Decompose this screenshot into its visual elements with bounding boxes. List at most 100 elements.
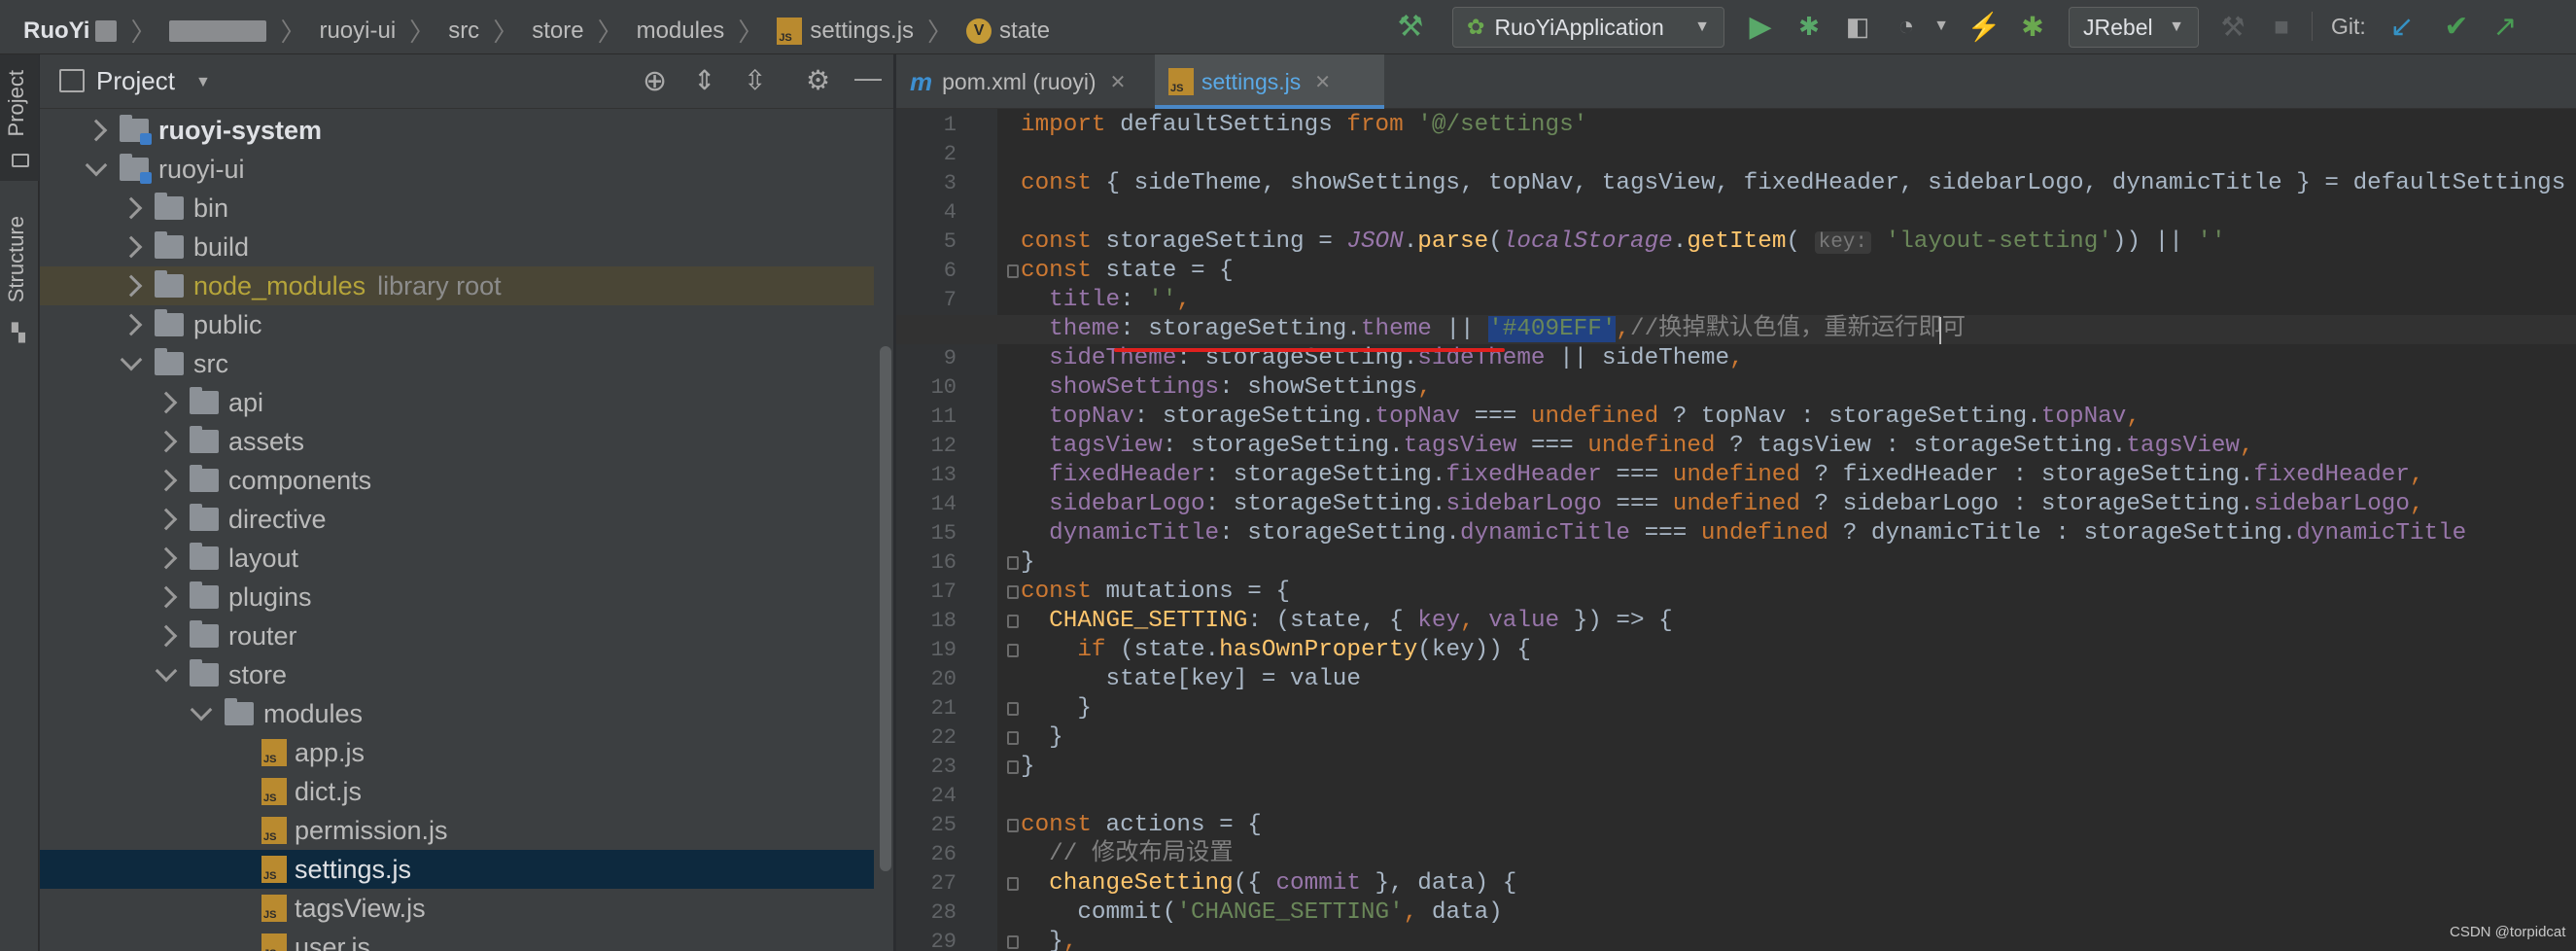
breadcrumb-file[interactable]: settings.js xyxy=(810,18,914,45)
fold-marker-icon[interactable] xyxy=(1007,556,1019,570)
breadcrumb-item[interactable]: store xyxy=(532,18,583,45)
profiler-icon[interactable]: ◔ xyxy=(1890,10,1923,43)
close-icon[interactable]: ✕ xyxy=(1314,70,1331,94)
tree-item[interactable]: directive xyxy=(40,500,874,539)
chevron-down-icon[interactable] xyxy=(190,698,213,722)
git-commit-icon[interactable]: ✔ xyxy=(2440,10,2473,43)
chevron-right-icon[interactable] xyxy=(155,508,178,531)
code-token: )) || xyxy=(2111,229,2198,255)
tree-item[interactable]: user.js xyxy=(40,928,874,951)
collapse-all-icon[interactable]: ⇳ xyxy=(744,64,766,96)
breadcrumb-item[interactable]: modules xyxy=(637,18,725,45)
tree-item[interactable]: assets xyxy=(40,422,874,461)
tree-scrollbar[interactable] xyxy=(880,346,891,871)
tree-item[interactable]: components xyxy=(40,461,874,500)
code-token: }, data) { xyxy=(1360,870,1517,897)
tree-item[interactable]: ruoyi-system xyxy=(40,111,874,150)
tree-item[interactable]: ruoyi-ui xyxy=(40,150,874,189)
code-line: title: '', xyxy=(1021,286,1191,315)
gear-icon[interactable]: ⚙ xyxy=(806,64,830,96)
fold-marker-icon[interactable] xyxy=(1007,264,1019,278)
jrebel-debug-icon[interactable]: ✱ xyxy=(2016,10,2049,43)
tree-item[interactable]: layout xyxy=(40,539,874,578)
code-token: sidebarLogo xyxy=(1049,491,1205,517)
chevron-right-icon[interactable] xyxy=(155,546,178,570)
fold-marker-icon[interactable] xyxy=(1007,731,1019,745)
chevron-down-icon[interactable] xyxy=(120,348,143,371)
code-line: commit('CHANGE_SETTING', data) xyxy=(1021,898,1502,928)
chevron-down-icon[interactable] xyxy=(155,659,178,683)
js-file-icon xyxy=(261,739,287,766)
code-token: === xyxy=(1601,462,1673,488)
chevron-right-icon[interactable] xyxy=(120,196,143,220)
code-token: }) => { xyxy=(1559,608,1673,634)
tab-settings-js[interactable]: settings.js ✕ xyxy=(1155,54,1384,109)
fold-marker-icon[interactable] xyxy=(1007,702,1019,716)
chevron-right-icon[interactable] xyxy=(85,119,108,142)
debug-icon[interactable]: ✱ xyxy=(1793,10,1826,43)
chevron-right-icon[interactable] xyxy=(120,274,143,298)
tree-item[interactable]: build xyxy=(40,228,874,266)
hammer-build-icon[interactable]: ⚒ xyxy=(1394,10,1427,43)
chevron-right-icon[interactable] xyxy=(155,585,178,609)
chevron-right-icon[interactable] xyxy=(120,235,143,259)
tree-item[interactable]: permission.js xyxy=(40,811,874,850)
close-icon[interactable]: ✕ xyxy=(1110,70,1127,94)
tree-item[interactable]: src xyxy=(40,344,874,383)
fold-marker-icon[interactable] xyxy=(1007,819,1019,832)
fold-marker-icon[interactable] xyxy=(1007,615,1019,628)
code-token: CHANGE_SETTING xyxy=(1049,608,1248,634)
tree-item[interactable]: store xyxy=(40,655,874,694)
git-push-icon[interactable]: ↗ xyxy=(2489,10,2522,43)
code-token: === xyxy=(1460,404,1531,430)
chevron-right-icon[interactable] xyxy=(155,391,178,414)
jrebel-select[interactable]: JRebel ▼ xyxy=(2069,7,2199,48)
git-update-icon[interactable]: ↙ xyxy=(2385,10,2419,43)
tree-item[interactable]: dict.js xyxy=(40,772,874,811)
chevron-right-icon[interactable] xyxy=(120,313,143,336)
tree-item[interactable]: api xyxy=(40,383,874,422)
chevron-down-icon[interactable]: ▼ xyxy=(1925,10,1958,43)
project-tool-tab[interactable]: Project xyxy=(4,70,29,136)
coverage-icon[interactable]: ◧ xyxy=(1841,10,1874,43)
jrebel-run-icon[interactable]: ⚡ xyxy=(1967,10,2002,43)
tree-item[interactable]: bin xyxy=(40,189,874,228)
tree-item-label: src xyxy=(193,348,228,378)
fold-marker-icon[interactable] xyxy=(1007,935,1019,949)
chevron-right-icon[interactable] xyxy=(155,469,178,492)
tree-item[interactable]: router xyxy=(40,616,874,655)
tree-item[interactable]: modules xyxy=(40,694,874,733)
breadcrumb-symbol[interactable]: state xyxy=(999,18,1050,45)
code-token: : storageSetting. xyxy=(1219,520,1461,546)
chevron-down-icon[interactable]: ▼ xyxy=(195,74,211,91)
run-icon[interactable]: ▶ xyxy=(1744,10,1777,43)
tree-item[interactable]: node_modules library root xyxy=(40,266,874,305)
expand-all-icon[interactable]: ⇕ xyxy=(693,64,715,96)
code-token: defaultSettings xyxy=(1120,112,1347,138)
fold-marker-icon[interactable] xyxy=(1007,877,1019,891)
tree-item[interactable]: settings.js xyxy=(40,850,874,889)
run-config-select[interactable]: ✿ RuoYiApplication ▼ xyxy=(1452,7,1724,48)
fold-marker-icon[interactable] xyxy=(1007,644,1019,657)
fold-marker-icon[interactable] xyxy=(1007,760,1019,774)
chevron-right-icon[interactable] xyxy=(155,624,178,648)
structure-tool-tab[interactable]: Structure xyxy=(4,216,29,302)
breadcrumb-project[interactable]: RuoYi xyxy=(23,18,89,45)
tree-item[interactable]: tagsView.js xyxy=(40,889,874,928)
tree-item[interactable]: plugins xyxy=(40,578,874,616)
breadcrumb-item[interactable]: ruoyi-ui xyxy=(319,18,396,45)
minimize-icon[interactable]: — xyxy=(854,62,882,93)
fold-marker-icon[interactable] xyxy=(1007,585,1019,599)
chevron-down-icon: ▼ xyxy=(2169,18,2184,35)
breadcrumb-item[interactable]: src xyxy=(448,18,479,45)
locate-icon[interactable]: ⊕ xyxy=(643,64,667,98)
tree-item[interactable]: public xyxy=(40,305,874,344)
chevron-right-icon[interactable] xyxy=(155,430,178,453)
tree-item[interactable]: app.js xyxy=(40,733,874,772)
maven-icon: m xyxy=(910,66,933,96)
tab-pom-xml[interactable]: m pom.xml (ruoyi) ✕ xyxy=(896,54,1153,109)
chevron-down-icon[interactable] xyxy=(85,154,108,177)
code-token: ? topNav : storageSetting. xyxy=(1658,404,2041,430)
code-area[interactable]: import defaultSettings from '@/settings'… xyxy=(896,109,2576,951)
project-panel-title[interactable]: Project xyxy=(96,66,175,96)
